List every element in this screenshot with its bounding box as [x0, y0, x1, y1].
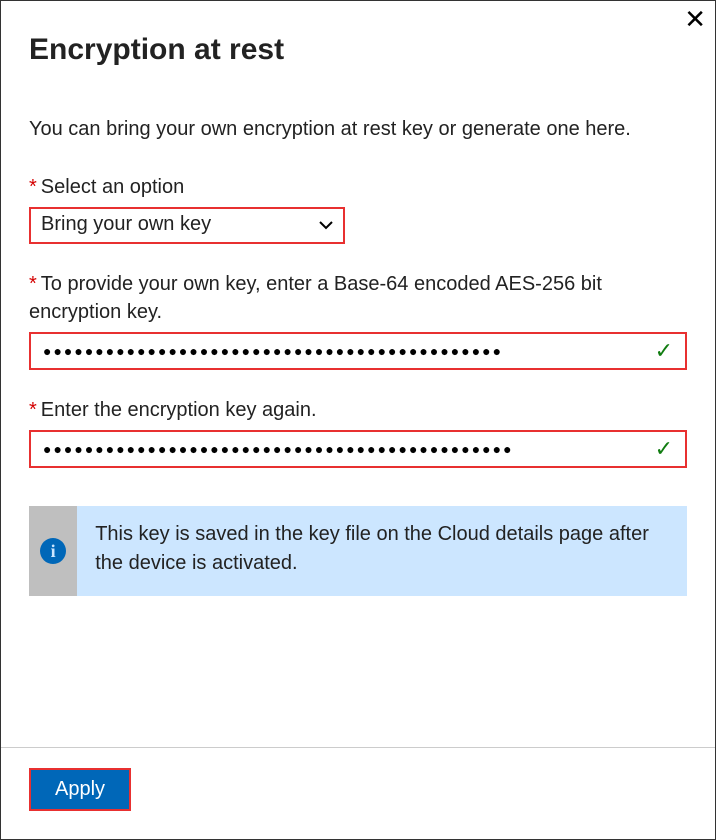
confirm-key-label: *Enter the encryption key again. — [29, 396, 687, 424]
encryption-key-value: ●●●●●●●●●●●●●●●●●●●●●●●●●●●●●●●●●●●●●●●●… — [43, 343, 503, 359]
encryption-panel: ✕ Encryption at rest You can bring your … — [0, 0, 716, 840]
apply-button[interactable]: Apply — [29, 768, 131, 811]
page-description: You can bring your own encryption at res… — [29, 115, 687, 143]
info-text: This key is saved in the key file on the… — [77, 506, 687, 596]
check-icon: ✓ — [655, 340, 673, 362]
page-title: Encryption at rest — [29, 33, 687, 67]
info-icon-column: i — [29, 506, 77, 596]
select-option-label: *Select an option — [29, 173, 687, 201]
chevron-down-icon — [319, 213, 333, 236]
encryption-key-label: *To provide your own key, enter a Base-6… — [29, 270, 687, 326]
option-select[interactable]: Bring your own key — [29, 207, 345, 244]
option-select-value: Bring your own key — [41, 213, 211, 236]
info-icon: i — [40, 538, 66, 564]
encryption-key-group: *To provide your own key, enter a Base-6… — [29, 270, 687, 370]
check-icon: ✓ — [655, 438, 673, 460]
panel-content: Encryption at rest You can bring your ow… — [1, 1, 715, 747]
close-button[interactable]: ✕ — [684, 6, 706, 32]
required-asterisk: * — [29, 273, 37, 295]
confirm-key-group: *Enter the encryption key again. ●●●●●●●… — [29, 396, 687, 468]
encryption-key-label-text: To provide your own key, enter a Base-64… — [29, 273, 602, 323]
select-option-group: *Select an option Bring your own key — [29, 173, 687, 244]
required-asterisk: * — [29, 399, 37, 421]
confirm-key-input[interactable]: ●●●●●●●●●●●●●●●●●●●●●●●●●●●●●●●●●●●●●●●●… — [29, 430, 687, 468]
confirm-key-value: ●●●●●●●●●●●●●●●●●●●●●●●●●●●●●●●●●●●●●●●●… — [43, 441, 514, 457]
encryption-key-input[interactable]: ●●●●●●●●●●●●●●●●●●●●●●●●●●●●●●●●●●●●●●●●… — [29, 332, 687, 370]
required-asterisk: * — [29, 176, 37, 198]
panel-footer: Apply — [1, 747, 715, 839]
info-message: i This key is saved in the key file on t… — [29, 506, 687, 596]
confirm-key-label-text: Enter the encryption key again. — [41, 399, 317, 421]
select-option-label-text: Select an option — [41, 176, 184, 198]
